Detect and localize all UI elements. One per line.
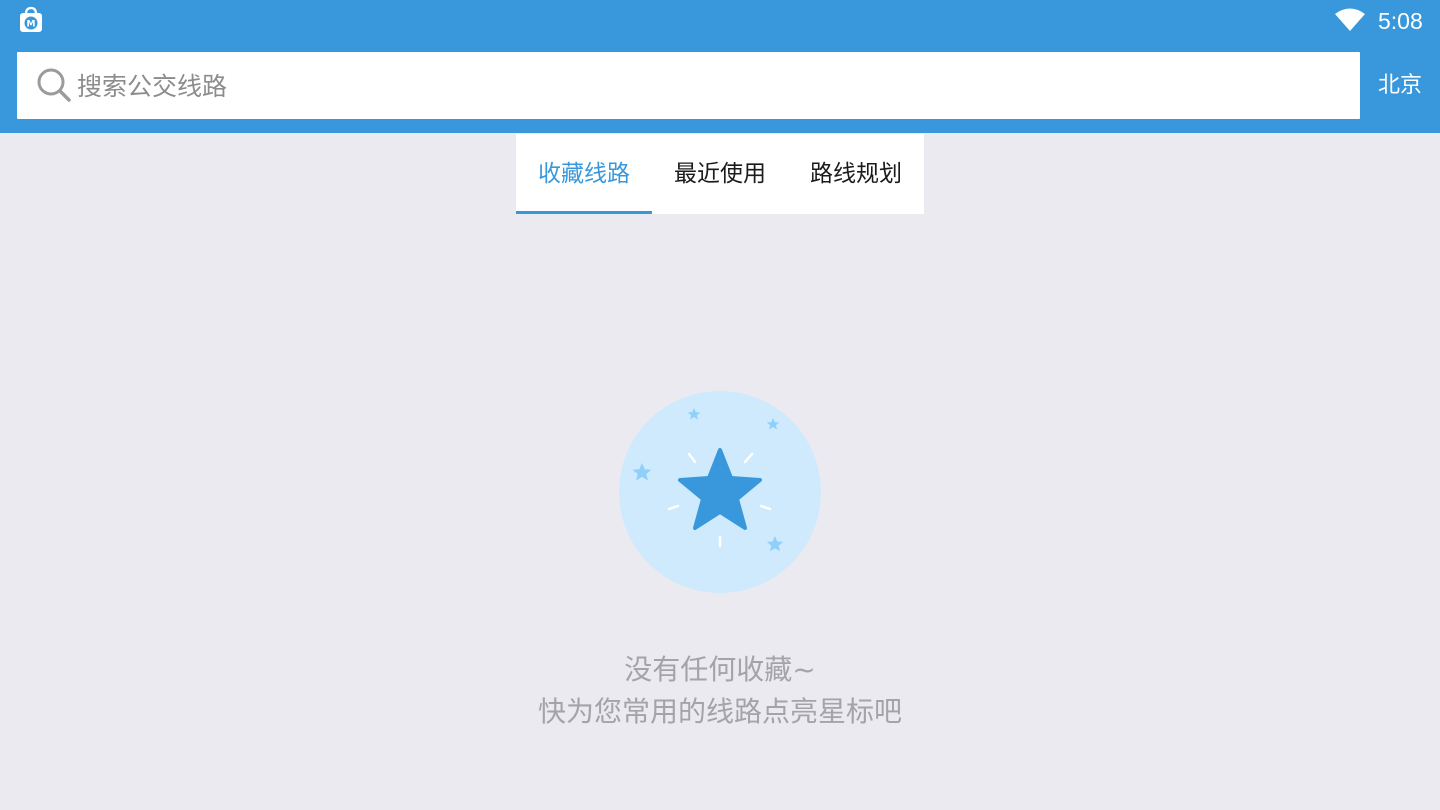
tab-recently-used[interactable]: 最近使用 (652, 134, 788, 214)
favorite-star-icon (619, 391, 821, 593)
tab-favorite-routes[interactable]: 收藏线路 (516, 134, 652, 214)
search-input[interactable] (77, 66, 1337, 106)
shopping-bag-icon: M (20, 6, 42, 32)
app-header: M 5:08 北京 (0, 0, 1440, 133)
tab-route-planning[interactable]: 路线规划 (788, 134, 924, 214)
empty-state-hint: 快为您常用的线路点亮星标吧 (537, 695, 902, 728)
search-box[interactable] (17, 52, 1360, 119)
wifi-icon (1335, 8, 1365, 31)
tab-bar: 收藏线路 最近使用 路线规划 (516, 134, 924, 214)
search-icon (37, 68, 71, 102)
status-bar: M 5:08 (0, 0, 1440, 44)
city-selector-button[interactable]: 北京 (1360, 52, 1440, 119)
status-time: 5:08 (1378, 8, 1423, 34)
svg-text:M: M (27, 20, 36, 30)
empty-state-title: 没有任何收藏~ (624, 653, 816, 686)
